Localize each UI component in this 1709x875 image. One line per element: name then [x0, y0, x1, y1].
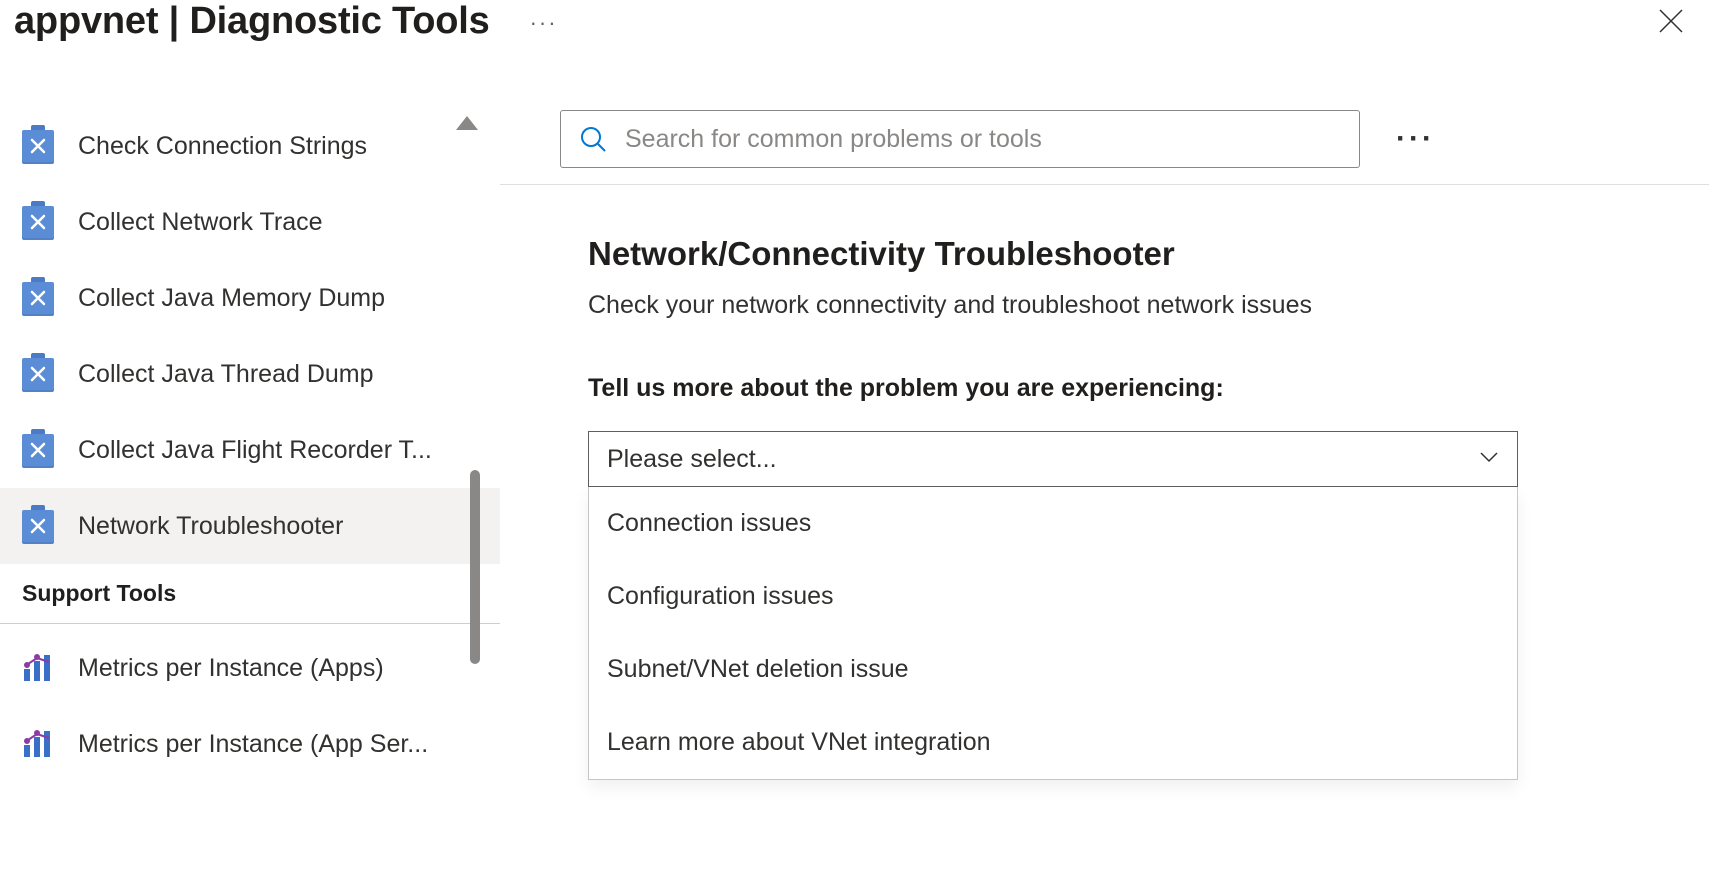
sidebar: Check Connection Strings Collect Network…	[0, 60, 500, 875]
scrollbar-thumb[interactable]	[470, 470, 480, 664]
header-more-icon[interactable]: ···	[530, 10, 558, 36]
search-box[interactable]	[560, 110, 1360, 168]
sidebar-section-header: Support Tools	[0, 564, 500, 619]
bar-chart-icon	[22, 653, 56, 683]
problem-dropdown: Connection issues Configuration issues S…	[588, 487, 1518, 780]
sidebar-item-label: Collect Java Flight Recorder T...	[78, 436, 432, 465]
sidebar-item-collect-java-memory-dump[interactable]: Collect Java Memory Dump	[0, 260, 500, 336]
content-prompt: Tell us more about the problem you are e…	[588, 374, 1649, 403]
tools-icon	[22, 280, 54, 316]
search-input[interactable]	[625, 125, 1341, 154]
sidebar-item-network-troubleshooter[interactable]: Network Troubleshooter	[0, 488, 500, 564]
sidebar-item-metrics-per-instance-apps[interactable]: Metrics per Instance (Apps)	[0, 630, 500, 706]
sidebar-item-metrics-per-instance-app-service[interactable]: Metrics per Instance (App Ser...	[0, 706, 500, 782]
sidebar-item-collect-java-flight-recorder[interactable]: Collect Java Flight Recorder T...	[0, 412, 500, 488]
sidebar-item-label: Network Troubleshooter	[78, 512, 343, 541]
dropdown-option-subnet-vnet-deletion[interactable]: Subnet/VNet deletion issue	[589, 633, 1517, 706]
dropdown-option-configuration-issues[interactable]: Configuration issues	[589, 560, 1517, 633]
tools-icon	[22, 128, 54, 164]
sidebar-item-label: Collect Network Trace	[78, 208, 323, 237]
page-title: appvnet | Diagnostic Tools	[14, 0, 490, 43]
sidebar-item-label: Metrics per Instance (App Ser...	[78, 730, 428, 759]
divider	[0, 623, 500, 624]
sidebar-item-check-connection-strings[interactable]: Check Connection Strings	[0, 108, 500, 184]
sidebar-item-label: Collect Java Memory Dump	[78, 284, 385, 313]
problem-select[interactable]: Please select...	[588, 431, 1518, 487]
tools-icon	[22, 356, 54, 392]
scroll-up-icon[interactable]	[456, 116, 478, 130]
sidebar-item-collect-java-thread-dump[interactable]: Collect Java Thread Dump	[0, 336, 500, 412]
select-placeholder: Please select...	[607, 445, 777, 474]
main-more-icon[interactable]: ···	[1396, 122, 1435, 156]
sidebar-item-collect-network-trace[interactable]: Collect Network Trace	[0, 184, 500, 260]
sidebar-item-label: Collect Java Thread Dump	[78, 360, 374, 389]
dropdown-option-learn-more-vnet[interactable]: Learn more about VNet integration	[589, 706, 1517, 779]
tools-icon	[22, 204, 54, 240]
content-title: Network/Connectivity Troubleshooter	[588, 235, 1649, 273]
main-panel: ··· Network/Connectivity Troubleshooter …	[500, 60, 1709, 875]
content-description: Check your network connectivity and trou…	[588, 291, 1649, 320]
tools-icon	[22, 508, 54, 544]
close-icon	[1657, 7, 1685, 35]
sidebar-item-label: Check Connection Strings	[78, 132, 367, 161]
bar-chart-icon	[22, 729, 56, 759]
sidebar-item-label: Metrics per Instance (Apps)	[78, 654, 384, 683]
chevron-down-icon	[1479, 450, 1499, 468]
tools-icon	[22, 432, 54, 468]
close-button[interactable]	[1653, 3, 1689, 39]
search-icon	[579, 125, 607, 153]
dropdown-option-connection-issues[interactable]: Connection issues	[589, 487, 1517, 560]
